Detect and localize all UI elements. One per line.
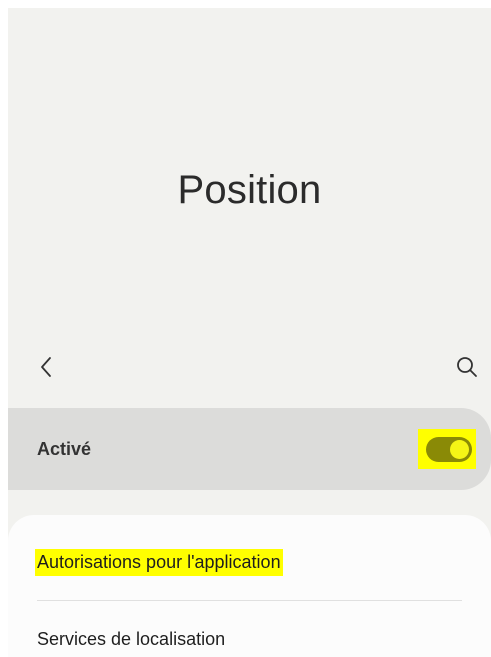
location-settings-screen: Position Activé Autorisations pour l'app…: [8, 8, 491, 657]
search-button[interactable]: [453, 353, 481, 381]
divider: [37, 600, 462, 601]
location-master-switch-row[interactable]: Activé: [8, 408, 491, 490]
master-switch-label: Activé: [37, 439, 92, 459]
back-button[interactable]: [33, 353, 61, 381]
toggle-knob: [450, 440, 469, 459]
page-title: Position: [177, 168, 322, 212]
chevron-left-icon: [41, 357, 51, 377]
search-icon: [457, 357, 477, 377]
settings-card: Autorisations pour l'application Service…: [8, 515, 491, 657]
app-permissions-item[interactable]: Autorisations pour l'application: [35, 549, 283, 576]
location-services-item[interactable]: Services de localisation: [37, 629, 225, 650]
location-toggle-switch[interactable]: [426, 437, 472, 462]
